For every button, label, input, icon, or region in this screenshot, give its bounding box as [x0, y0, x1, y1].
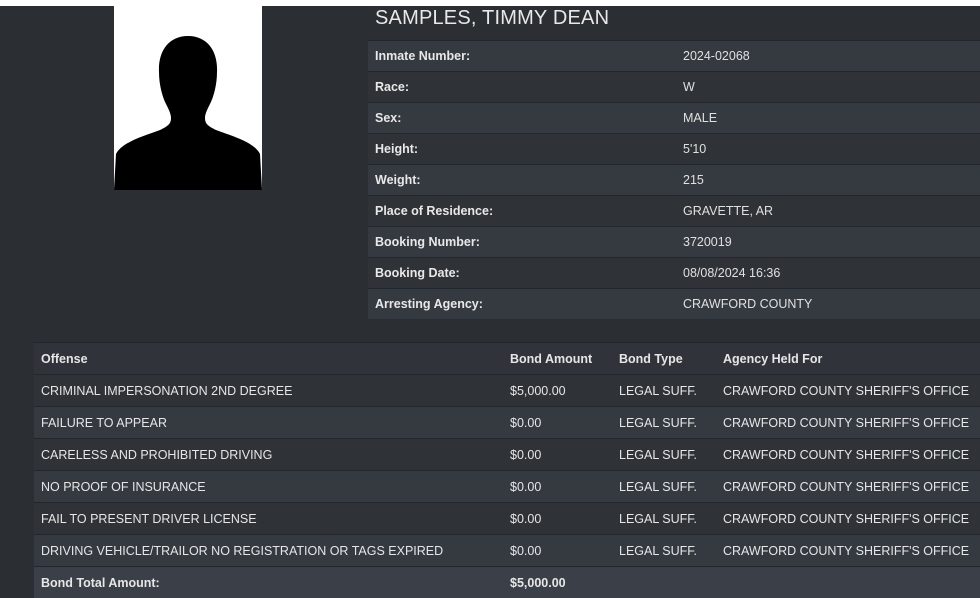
detail-value: 2024-02068 [683, 49, 750, 63]
detail-value: 215 [683, 173, 704, 187]
charge-bond-amount: $0.00 [510, 479, 542, 494]
charge-bond-type: LEGAL SUFF. [619, 415, 698, 430]
charges-table: Offense Bond Amount Bond Type Agency Hel… [34, 342, 980, 598]
detail-label: Sex: [375, 111, 402, 125]
charge-offense: DRIVING VEHICLE/TRAILOR NO REGISTRATION … [41, 543, 444, 558]
person-silhouette-icon [114, 6, 262, 190]
detail-label: Inmate Number: [375, 49, 471, 63]
detail-row: Sex: MALE [368, 102, 980, 133]
bond-total-label: Bond Total Amount: [41, 575, 160, 590]
charge-agency: CRAWFORD COUNTY SHERIFF'S OFFICE [723, 447, 970, 462]
charge-offense: NO PROOF OF INSURANCE [41, 479, 206, 494]
detail-label: Weight: [375, 173, 421, 187]
detail-row: Race: W [368, 71, 980, 102]
charges-header-row: Offense Bond Amount Bond Type Agency Hel… [34, 342, 980, 374]
charge-bond-type: LEGAL SUFF. [619, 543, 698, 558]
charge-offense: CARELESS AND PROHIBITED DRIVING [41, 447, 273, 462]
detail-value: W [683, 80, 695, 94]
detail-value: MALE [683, 111, 718, 125]
detail-value: 08/08/2024 16:36 [683, 266, 781, 280]
table-row: DRIVING VEHICLE/TRAILOR NO REGISTRATION … [34, 534, 980, 566]
table-row: FAILURE TO APPEAR $0.00 LEGAL SUFF. CRAWFOR… [34, 406, 980, 438]
detail-label: Place of Residence: [375, 204, 494, 218]
charge-bond-amount: $5,000.00 [510, 383, 566, 398]
charge-offense: FAILURE TO APPEAR [41, 415, 167, 430]
charge-offense: FAIL TO PRESENT DRIVER LICENSE [41, 511, 257, 526]
charge-offense: CRIMINAL IMPERSONATION 2ND DEGREE [41, 383, 293, 398]
header-agency: Agency Held For [723, 351, 823, 366]
detail-value: 3720019 [683, 235, 732, 249]
charge-agency: CRAWFORD COUNTY SHERIFF'S OFFICE [723, 415, 970, 430]
detail-label: Arresting Agency: [375, 297, 483, 311]
table-row: CARELESS AND PROHIBITED DRIVING $0.00 LEGA… [34, 438, 980, 470]
charge-bond-amount: $0.00 [510, 415, 542, 430]
table-row: CRIMINAL IMPERSONATION 2ND DEGREE $5,000.… [34, 374, 980, 406]
inmate-photo [114, 6, 262, 190]
charge-agency: CRAWFORD COUNTY SHERIFF'S OFFICE [723, 383, 970, 398]
charge-bond-type: LEGAL SUFF. [619, 383, 698, 398]
inmate-details-table: Inmate Number: 2024-02068 Race: W Sex: MALE He… [368, 40, 980, 319]
detail-row: Place of Residence: GRAVETTE, AR [368, 195, 980, 226]
charge-agency: CRAWFORD COUNTY SHERIFF'S OFFICE [723, 511, 970, 526]
detail-label: Booking Date: [375, 266, 460, 280]
table-row: FAIL TO PRESENT DRIVER LICENSE $0.00 LEGAL… [34, 502, 980, 534]
detail-row: Height: 5'10 [368, 133, 980, 164]
detail-value: CRAWFORD COUNTY [683, 297, 813, 311]
table-row: NO PROOF OF INSURANCE $0.00 LEGAL SUFF. CRA… [34, 470, 980, 502]
detail-value: GRAVETTE, AR [683, 204, 774, 218]
charge-bond-type: LEGAL SUFF. [619, 447, 698, 462]
detail-label: Race: [375, 80, 410, 94]
detail-row: Booking Date: 08/08/2024 16:36 [368, 257, 980, 288]
header-bond-amount: Bond Amount [510, 351, 593, 366]
inmate-name: SAMPLES, TIMMY DEAN [375, 7, 610, 29]
detail-row: Weight: 215 [368, 164, 980, 195]
detail-row: Inmate Number: 2024-02068 [368, 40, 980, 71]
detail-label: Booking Number: [375, 235, 480, 249]
charge-bond-amount: $0.00 [510, 447, 542, 462]
header-offense: Offense [41, 351, 88, 366]
detail-value: 5'10 [683, 142, 707, 156]
detail-row: Arresting Agency: CRAWFORD COUNTY [368, 288, 980, 319]
bond-total-value: $5,000.00 [510, 575, 566, 590]
charge-bond-type: LEGAL SUFF. [619, 511, 698, 526]
header-bond-type: Bond Type [619, 351, 683, 366]
detail-row: Booking Number: 3720019 [368, 226, 980, 257]
detail-label: Height: [375, 142, 419, 156]
charge-bond-amount: $0.00 [510, 543, 542, 558]
charge-bond-type: LEGAL SUFF. [619, 479, 698, 494]
charge-agency: CRAWFORD COUNTY SHERIFF'S OFFICE [723, 543, 970, 558]
charge-agency: CRAWFORD COUNTY SHERIFF'S OFFICE [723, 479, 970, 494]
charge-bond-amount: $0.00 [510, 511, 542, 526]
bond-total-row: Bond Total Amount: $5,000.00 [34, 566, 980, 598]
